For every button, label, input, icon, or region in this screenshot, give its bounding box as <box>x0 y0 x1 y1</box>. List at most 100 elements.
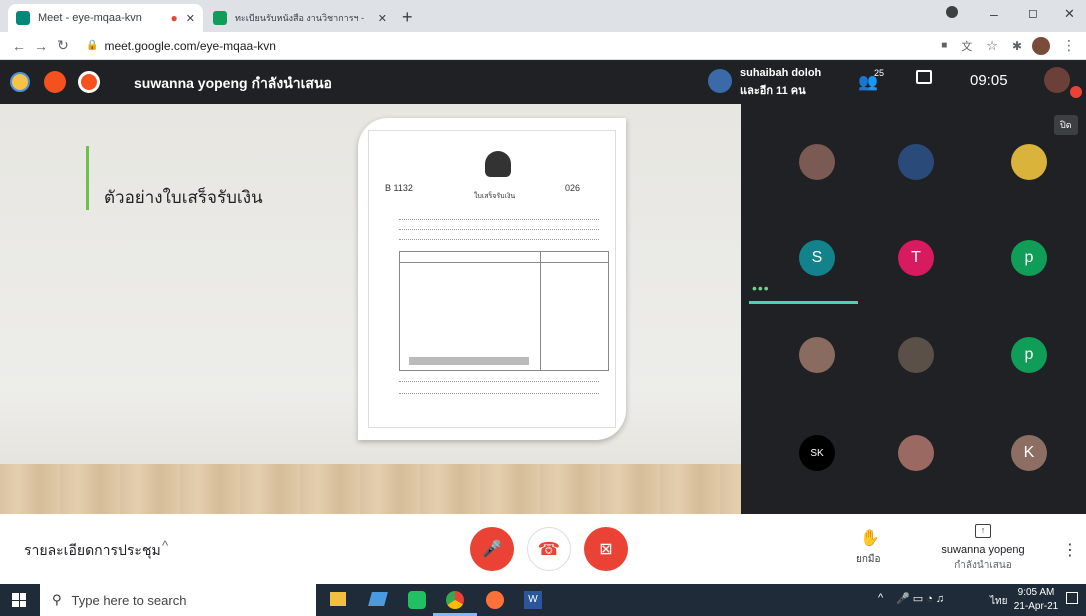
participant-name: suhaibah doloh <box>740 67 822 79</box>
slide-title: ตัวอย่างใบเสร็จรับเงิน <box>104 188 263 207</box>
firefox-icon[interactable] <box>486 591 504 609</box>
clock-time[interactable]: 9:05 AM <box>1016 587 1056 598</box>
participant-more: และอีก 11 คน <box>740 85 806 97</box>
receipt-header-line <box>400 262 608 263</box>
tab-title: ทะเบียนรับหนังสือ งานวิชาการฯ - Goo <box>235 13 365 23</box>
more-options-icon[interactable]: ⋮ <box>1062 540 1078 560</box>
grid-bottom-strip <box>741 500 1086 514</box>
receipt-line <box>399 229 599 230</box>
file-explorer-icon[interactable] <box>330 592 346 606</box>
close-grid-button[interactable]: ปิด <box>1054 115 1078 135</box>
chat-icon[interactable] <box>916 70 932 84</box>
receipt-line <box>399 381 599 382</box>
participant-photo-tile[interactable] <box>898 337 934 373</box>
clock: 09:05 <box>970 72 1008 89</box>
search-icon: ⚲ <box>52 592 62 607</box>
participant-photo-tile[interactable] <box>799 337 835 373</box>
avatar[interactable] <box>1032 36 1050 55</box>
back-icon[interactable]: ← <box>8 38 30 54</box>
recording-dot-icon: ● <box>170 11 178 25</box>
tab-meet[interactable]: Meet - eye-mqaa-kvn ● ✕ <box>8 4 203 32</box>
receipt-number-left: B 1132 <box>385 183 413 193</box>
profile-icon[interactable] <box>946 6 958 18</box>
participant-initial-tile[interactable]: p <box>1011 240 1047 276</box>
presenter-name[interactable]: suwanna yopeng <box>940 544 1026 556</box>
tab-close-icon[interactable]: ✕ <box>378 12 387 25</box>
raise-hand-label[interactable]: ยกมือ <box>856 552 881 567</box>
notifications-icon[interactable] <box>1066 592 1078 604</box>
windows-start-icon[interactable] <box>12 593 26 607</box>
chrome-icon[interactable] <box>446 591 464 609</box>
participant-photo-tile[interactable] <box>898 435 934 471</box>
participant-photo-tile[interactable] <box>1011 144 1047 180</box>
participant-initial-tile[interactable]: S <box>799 240 835 276</box>
hang-up-icon: ☎ <box>537 538 561 559</box>
show-hidden-icons[interactable]: ^ <box>878 592 883 604</box>
receipt-line <box>399 393 599 394</box>
participant-initial-tile[interactable]: p <box>1011 337 1047 373</box>
chevron-up-icon[interactable]: ^ <box>162 538 168 553</box>
url-text[interactable]: meet.google.com/eye-mqaa-kvn <box>104 39 275 53</box>
sheets-favicon-icon <box>213 11 227 25</box>
input-language[interactable]: ไทย <box>990 594 1007 609</box>
participant-initial-tile[interactable]: K <box>1011 435 1047 471</box>
participant-photo-tile[interactable] <box>898 144 934 180</box>
maximize-button[interactable]: ◻ <box>1028 6 1038 20</box>
present-icon[interactable]: ↑ <box>975 524 991 538</box>
camera-off-button[interactable]: ⊠ <box>584 527 628 571</box>
extension-icon[interactable] <box>44 71 66 93</box>
forward-icon[interactable]: → <box>30 38 52 54</box>
receipt-heading: ใบเสร็จรับเงิน <box>474 193 516 200</box>
close-window-button[interactable]: ✕ <box>1064 6 1075 22</box>
garuda-emblem-icon <box>485 151 511 177</box>
minimize-button[interactable]: – <box>990 6 998 22</box>
line-app-icon[interactable] <box>408 591 426 609</box>
participant-grid: ปิด S Tp p SK K ••• <box>741 104 1086 500</box>
presentation-slide: ตัวอย่างใบเสร็จรับเงิน B 1132 026 ใบเสร็… <box>0 104 741 514</box>
leave-call-button[interactable]: ☎ <box>527 527 571 571</box>
new-tab-button[interactable]: + <box>402 7 413 28</box>
participant-initial-tile[interactable]: T <box>898 240 934 276</box>
browser-tab-bar: Meet - eye-mqaa-kvn ● ✕ ทะเบียนรับหนังสื… <box>0 0 1086 32</box>
receipt-line <box>399 239 599 240</box>
address-bar: ← → ↻ 🔒 meet.google.com/eye-mqaa-kvn ■ 文… <box>0 32 1086 60</box>
edge-icon[interactable] <box>368 592 388 606</box>
participant-photo-tile[interactable] <box>799 144 835 180</box>
receipt-column-divider <box>540 252 541 370</box>
mic-off-button[interactable]: 🎤 <box>470 527 514 571</box>
presenting-indicator <box>749 301 858 304</box>
receipt-card: B 1132 026 ใบเสร็จรับเงิน <box>358 118 626 440</box>
slide-floor-background <box>0 464 741 514</box>
self-avatar[interactable] <box>1044 67 1070 93</box>
taskbar: ⚲ Type here to search W ^ 🎤 ▭ ◔ ♫ ไทย 9:… <box>0 584 1086 616</box>
word-icon[interactable]: W <box>524 591 542 609</box>
reload-icon[interactable]: ↻ <box>52 37 74 54</box>
camera-icon[interactable]: ■ <box>941 40 947 51</box>
app-logo-icon <box>10 72 30 92</box>
taskbar-search[interactable]: ⚲ Type here to search <box>40 584 316 616</box>
receipt-table <box>399 251 609 371</box>
tray-icons[interactable]: 🎤 ▭ ◔ ♫ <box>896 592 944 605</box>
receipt-image: B 1132 026 ใบเสร็จรับเงิน <box>368 130 616 428</box>
title-accent-bar <box>86 146 89 210</box>
mic-off-icon: 🎤 <box>482 541 502 558</box>
lock-icon: 🔒 <box>86 40 99 51</box>
extension-icon[interactable] <box>78 71 100 93</box>
tab-close-icon[interactable]: ✕ <box>186 12 195 25</box>
presenter-status: กำลังนำเสนอ <box>954 560 1012 571</box>
translate-icon[interactable]: 文 <box>961 38 972 54</box>
raise-hand-icon[interactable]: ✋ <box>860 528 880 548</box>
receipt-number-right: 026 <box>565 183 581 193</box>
menu-icon[interactable]: ⋮ <box>1062 37 1076 54</box>
more-options-icon[interactable]: ••• <box>752 280 770 296</box>
presenter-text: suwanna yopeng กำลังนำเสนอ <box>134 75 332 91</box>
search-placeholder: Type here to search <box>71 592 187 608</box>
star-icon[interactable]: ☆ <box>986 38 998 54</box>
participant-initial-tile[interactable]: SK <box>799 435 835 471</box>
clock-date[interactable]: 21-Apr-21 <box>1012 601 1060 612</box>
meeting-details-button[interactable]: รายละเอียดการประชุม <box>24 540 161 562</box>
camera-off-icon: ⊠ <box>599 541 613 558</box>
receipt-line <box>399 219 599 220</box>
extensions-icon[interactable]: ✱ <box>1012 39 1022 53</box>
tab-sheets[interactable]: ทะเบียนรับหนังสือ งานวิชาการฯ - Goo ✕ <box>205 4 395 32</box>
